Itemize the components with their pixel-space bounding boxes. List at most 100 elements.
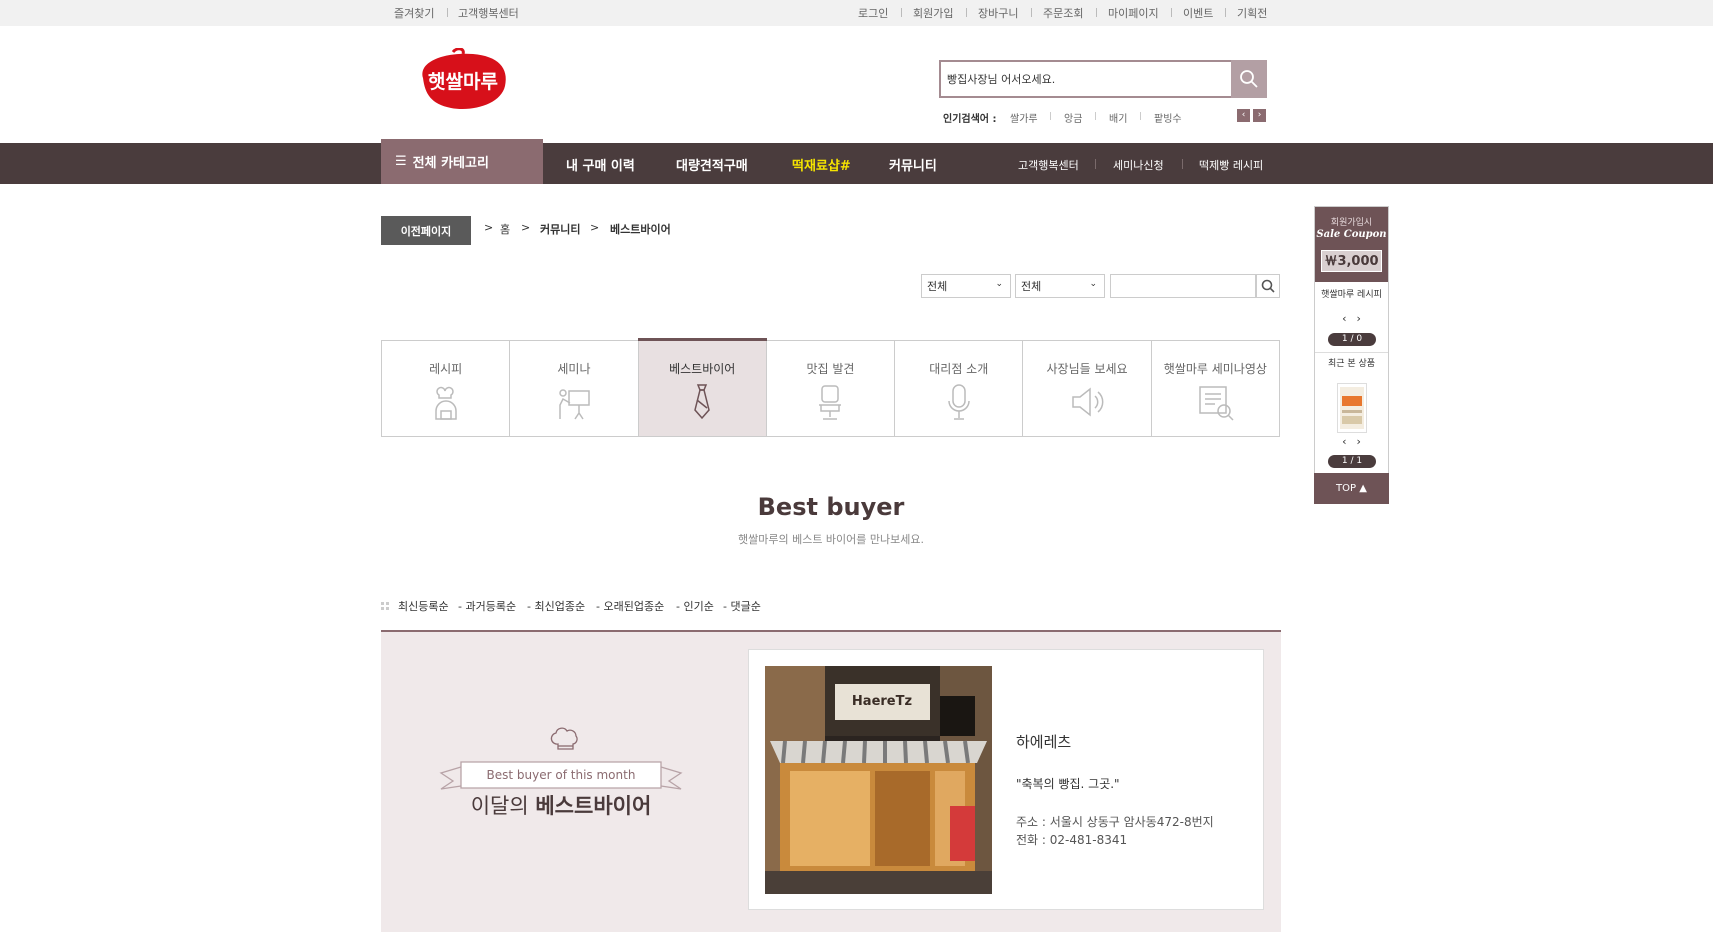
brand-logo[interactable]: 햇쌀마루 <box>413 47 513 114</box>
menu-icon: ☰ <box>395 154 407 169</box>
page-subtitle: 햇쌀마루의 베스트 바이어를 만나보세요. <box>737 533 925 546</box>
nav-bulk-order[interactable]: 대량견적구매 <box>676 155 748 174</box>
signup-link[interactable]: 회원가입 <box>913 5 953 21</box>
scroll-top-button[interactable]: TOP ▲ <box>1314 473 1389 504</box>
tab-label: 대리점 소개 <box>929 362 989 376</box>
popular-keyword[interactable]: 팥빙수 <box>1154 110 1182 125</box>
tab-seminar[interactable]: 세미나 <box>510 341 639 436</box>
badge-korean-text: 이달의 베스트바이어 <box>470 794 652 818</box>
divider <box>1095 112 1096 120</box>
nav-rice-cake-shop[interactable]: 떡재료샵# <box>792 155 851 174</box>
quick-recipe-label: 햇쌀마루 레시피 <box>1321 290 1382 300</box>
tab-recipe[interactable]: 레시피 <box>382 341 511 436</box>
nav-community[interactable]: 커뮤니티 <box>889 155 937 174</box>
sort-latest[interactable]: 최신등록순 <box>398 598 449 614</box>
tab-label: 베스트바이어 <box>669 362 736 376</box>
logo-text: 햇쌀마루 <box>428 71 498 93</box>
recent-pager: 1 / 1 <box>1328 455 1376 468</box>
recipe-nav-arrows[interactable]: ‹› <box>1315 312 1388 325</box>
page-title: Best buyer <box>757 493 905 521</box>
shop-address: 주소 : 서울시 상동구 암사동472-8번지 <box>1016 815 1214 829</box>
filter-select-1[interactable]: 전체 ⌄ <box>921 274 1011 298</box>
breadcrumb-community[interactable]: 커뮤니티 <box>540 221 580 237</box>
divider <box>1096 8 1097 17</box>
mypage-link[interactable]: 마이페이지 <box>1108 5 1159 21</box>
nav-purchase-history[interactable]: 내 구매 이력 <box>566 155 635 174</box>
popular-keyword[interactable]: 앙금 <box>1064 110 1082 125</box>
recent-product-thumb[interactable] <box>1337 383 1367 433</box>
filter-select-2-value: 전체 <box>1021 280 1042 293</box>
recent-nav-arrows[interactable]: ‹› <box>1315 435 1388 448</box>
divider <box>966 8 967 17</box>
grid-icon <box>381 602 389 610</box>
sort-comments[interactable]: - 댓글순 <box>723 598 761 614</box>
tab-agency[interactable]: 대리점 소개 <box>895 341 1024 436</box>
cart-link[interactable]: 장바구니 <box>978 5 1018 21</box>
chair-icon <box>819 385 842 420</box>
tab-label: 레시피 <box>429 362 463 376</box>
prev-keyword-button[interactable]: ‹ <box>1237 109 1250 122</box>
customer-center-link[interactable]: 고객행복센터 <box>458 5 519 21</box>
video-doc-icon <box>1199 386 1234 421</box>
tab-owners[interactable]: 사장님들 보세요 <box>1023 341 1152 436</box>
search-box <box>939 60 1267 98</box>
sort-oldest[interactable]: - 과거등록순 <box>458 598 516 614</box>
speaker-icon <box>1072 387 1104 417</box>
shop-name: 하에레츠 <box>1016 733 1072 751</box>
event-link[interactable]: 이벤트 <box>1183 5 1213 21</box>
top-utility-bar: 즐겨찾기 고객행복센터 로그인 회원가입 장바구니 주문조회 마이페이지 이벤트… <box>0 0 1713 26</box>
next-keyword-button[interactable]: › <box>1253 109 1266 122</box>
nav-recipe[interactable]: 떡제빵 레시피 <box>1199 157 1263 173</box>
divider <box>1225 8 1226 17</box>
breadcrumb-current: 베스트바이어 <box>610 223 671 236</box>
coupon-line1: 회원가입시 <box>1330 218 1373 228</box>
shop-photo[interactable]: HaereTz <box>765 666 992 894</box>
sort-latest-business[interactable]: - 최신업종순 <box>527 598 585 614</box>
all-category-button[interactable]: ☰ 전체 카테고리 <box>381 139 543 184</box>
popular-keyword[interactable]: 배기 <box>1109 110 1127 125</box>
prev-page-button[interactable]: 이전페이지 <box>381 216 471 245</box>
breadcrumb-home[interactable]: 홈 <box>500 221 510 237</box>
shop-quote: "축복의 빵집. 그곳." <box>1016 777 1120 791</box>
filter-select-1-value: 전체 <box>927 280 948 293</box>
nav-seminar-apply[interactable]: 세미나신청 <box>1113 157 1164 173</box>
divider <box>1140 112 1141 120</box>
board-search-input[interactable] <box>1110 274 1256 298</box>
search-input[interactable] <box>947 67 1227 91</box>
presentation-icon <box>559 389 590 420</box>
community-category-tabs: 레시피 세미나 베스트바이어 맛집 발견 대리점 소개 사장님들 보세요 햇쌀마… <box>381 338 1280 437</box>
order-lookup-link[interactable]: 주문조회 <box>1043 5 1083 21</box>
divider <box>1171 8 1172 17</box>
divider <box>1031 8 1032 17</box>
microphone-icon <box>948 384 970 420</box>
divider <box>1050 112 1051 120</box>
divider <box>901 8 902 17</box>
divider <box>1095 159 1096 169</box>
main-nav: ☰ 전체 카테고리 내 구매 이력 대량견적구매 떡재료샵# 커뮤니티 고객행복… <box>0 139 1713 184</box>
breadcrumb-sep: > <box>484 221 494 234</box>
search-button[interactable] <box>1231 60 1267 98</box>
bookmark-link[interactable]: 즐겨찾기 <box>394 5 434 21</box>
popular-keyword[interactable]: 쌀가루 <box>1010 110 1038 125</box>
tab-seminar-video[interactable]: 햇쌀마루 세미나영상 <box>1151 341 1279 436</box>
login-link[interactable]: 로그인 <box>858 5 888 21</box>
signup-coupon-banner[interactable]: 회원가입시 Sale Coupon ￦3,000 <box>1315 207 1388 282</box>
sort-oldest-business[interactable]: - 오래된업종순 <box>596 598 664 614</box>
board-search-button[interactable] <box>1256 274 1280 298</box>
tab-restaurant[interactable]: 맛집 발견 <box>766 341 896 436</box>
chevron-down-icon: ⌄ <box>1089 279 1097 289</box>
filter-select-2[interactable]: 전체 ⌄ <box>1015 274 1105 298</box>
tab-best-buyer[interactable]: 베스트바이어 <box>637 338 768 436</box>
nav-customer-center[interactable]: 고객행복센터 <box>1018 157 1079 173</box>
search-icon <box>1240 70 1258 88</box>
tab-label: 세미나 <box>557 362 591 376</box>
tab-label: 사장님들 보세요 <box>1046 362 1128 376</box>
special-link[interactable]: 기획전 <box>1237 5 1267 21</box>
sort-popular[interactable]: - 인기순 <box>676 598 714 614</box>
quick-menu: 회원가입시 Sale Coupon ￦3,000 햇쌀마루 레시피 ‹› 1 /… <box>1314 206 1389 504</box>
tab-label: 맛집 발견 <box>806 362 855 376</box>
shop-phone: 전화 : 02-481-8341 <box>1016 833 1128 847</box>
divider <box>447 8 448 17</box>
popular-keywords-label: 인기검색어 : <box>943 114 997 125</box>
tab-label: 햇쌀마루 세미나영상 <box>1163 362 1267 376</box>
